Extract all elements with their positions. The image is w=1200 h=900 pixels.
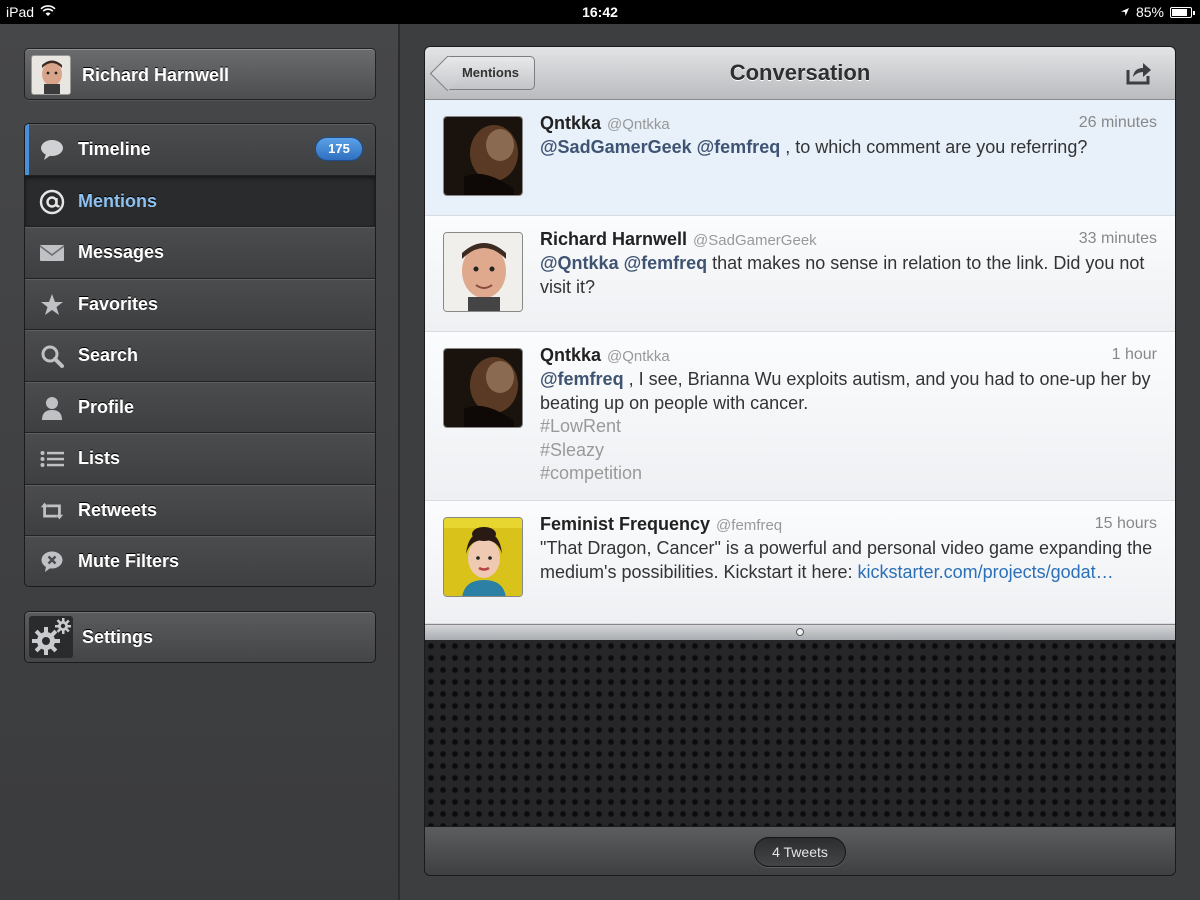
- page-indicator: [425, 624, 1175, 640]
- tweet-item[interactable]: Feminist Frequency @femfreq 15 hours "Tha…: [425, 501, 1175, 624]
- tweet-mentions[interactable]: @SadGamerGeek @femfreq: [540, 137, 780, 157]
- sidebar-item-label: Profile: [78, 396, 135, 417]
- tweet-body: , to which comment are you referring?: [780, 137, 1088, 157]
- nav-menu: Timeline 175 Mentions Messages Favorites: [24, 123, 376, 587]
- tweet-link[interactable]: kickstarter.com/projects/godat…: [858, 562, 1114, 582]
- tweet-time: 15 hours: [1094, 515, 1157, 532]
- battery-icon: [1170, 6, 1195, 18]
- sidebar-item-label: Search: [78, 345, 139, 365]
- speech-bubble-icon: [39, 137, 65, 163]
- sidebar-item-lists[interactable]: Lists: [25, 433, 375, 485]
- magnifier-icon: [39, 343, 65, 369]
- author-name: Qntkka: [540, 113, 602, 133]
- empty-area: [425, 640, 1175, 826]
- list-icon: [39, 446, 65, 472]
- retweet-icon: [39, 498, 65, 524]
- tweet-count: 4 Tweets: [754, 837, 846, 867]
- person-icon: [39, 395, 65, 421]
- tweet-mentions[interactable]: @femfreq: [540, 369, 624, 389]
- settings-label: Settings: [82, 627, 154, 647]
- account-button[interactable]: Richard Harnwell: [24, 48, 376, 100]
- hashtag[interactable]: #Sleazy: [540, 439, 1160, 463]
- clock: 16:42: [582, 4, 618, 20]
- battery-fill: [1172, 8, 1188, 16]
- back-button-label: Mentions: [461, 65, 520, 80]
- tweet-author: Qntkka @Qntkka: [540, 113, 670, 134]
- star-icon: [39, 292, 65, 318]
- sidebar-item-favorites[interactable]: Favorites: [25, 278, 375, 330]
- avatar[interactable]: [443, 232, 523, 312]
- account-name: Richard Harnwell: [82, 65, 230, 85]
- sidebar: Richard Harnwell Timeline 175 Mentions M…: [0, 24, 400, 900]
- sidebar-item-profile[interactable]: Profile: [25, 381, 375, 433]
- tweet-time: 26 minutes: [1078, 114, 1157, 131]
- gear-icon: [29, 616, 73, 658]
- status-bar: iPad 16:42 85%: [0, 0, 1200, 24]
- hashtag[interactable]: #competition: [540, 462, 1160, 486]
- hashtag[interactable]: #LowRent: [540, 415, 1160, 439]
- sidebar-item-mentions[interactable]: Mentions: [25, 175, 375, 227]
- tweet-author: Richard Harnwell @SadGamerGeek: [540, 229, 817, 250]
- envelope-icon: [39, 240, 65, 266]
- sidebar-item-label: Retweets: [78, 499, 158, 520]
- tweet-time: 33 minutes: [1078, 230, 1157, 247]
- tweet-text: @femfreq , I see, Brianna Wu exploits au…: [540, 368, 1160, 486]
- tweet-author: Feminist Frequency @femfreq: [540, 514, 782, 535]
- tweet-mentions[interactable]: @Qntkka @femfreq: [540, 253, 707, 273]
- author-name: Qntkka: [540, 345, 602, 365]
- sidebar-item-label: Favorites: [78, 293, 159, 314]
- share-icon[interactable]: [1125, 60, 1153, 86]
- settings-button[interactable]: Settings: [24, 611, 376, 663]
- avatar[interactable]: [443, 517, 523, 597]
- tweet-text: "That Dragon, Cancer" is a powerful and …: [540, 537, 1160, 584]
- author-handle: @Qntkka: [607, 348, 670, 365]
- tweet-item[interactable]: Qntkka @Qntkka 26 minutes @SadGamerGeek @…: [425, 100, 1175, 216]
- battery-percent: 85%: [1135, 4, 1164, 20]
- sidebar-item-mute-filters[interactable]: Mute Filters: [25, 536, 375, 586]
- location-arrow-icon: [1120, 4, 1130, 20]
- sidebar-item-label: Mute Filters: [78, 551, 180, 571]
- at-sign-icon: [39, 189, 65, 215]
- tweet-item[interactable]: Qntkka @Qntkka 1 hour @femfreq , I see, B…: [425, 332, 1175, 501]
- tweet-time: 1 hour: [1111, 346, 1157, 363]
- toolbar: 4 Tweets: [425, 826, 1175, 875]
- navigation-bar: Mentions Conversation: [425, 47, 1175, 100]
- avatar[interactable]: [443, 348, 523, 428]
- sidebar-item-timeline[interactable]: Timeline 175: [25, 124, 375, 176]
- page-dot: [796, 628, 804, 636]
- page-title: Conversation: [729, 60, 871, 85]
- author-handle: @Qntkka: [607, 116, 670, 133]
- sidebar-item-label: Messages: [78, 242, 165, 262]
- tweet-list: Qntkka @Qntkka 26 minutes @SadGamerGeek @…: [425, 100, 1175, 624]
- sidebar-item-label: Lists: [78, 448, 121, 468]
- author-handle: @femfreq: [716, 517, 783, 534]
- tweet-text: @SadGamerGeek @femfreq , to which commen…: [540, 136, 1160, 160]
- conversation-panel: Mentions Conversation Qntkka @Qntkka 26 m…: [424, 46, 1176, 876]
- tweet-author: Qntkka @Qntkka: [540, 345, 670, 366]
- sidebar-item-search[interactable]: Search: [25, 330, 375, 382]
- tweet-body: , I see, Brianna Wu exploits autism, and…: [540, 369, 1151, 413]
- avatar[interactable]: [443, 116, 523, 196]
- sidebar-item-label: Mentions: [78, 190, 157, 211]
- author-name: Richard Harnwell: [540, 229, 688, 249]
- avatar: [31, 55, 71, 95]
- unread-count-badge: 175: [315, 137, 363, 161]
- sidebar-item-messages[interactable]: Messages: [25, 227, 375, 279]
- mute-icon: [39, 549, 65, 575]
- sidebar-item-retweets[interactable]: Retweets: [25, 484, 375, 536]
- tweet-item[interactable]: Richard Harnwell @SadGamerGeek 33 minutes…: [425, 216, 1175, 332]
- author-name: Feminist Frequency: [540, 514, 711, 534]
- author-handle: @SadGamerGeek: [693, 232, 817, 249]
- sidebar-item-label: Timeline: [78, 139, 151, 159]
- tweet-text: @Qntkka @femfreq that makes no sense in …: [540, 252, 1160, 299]
